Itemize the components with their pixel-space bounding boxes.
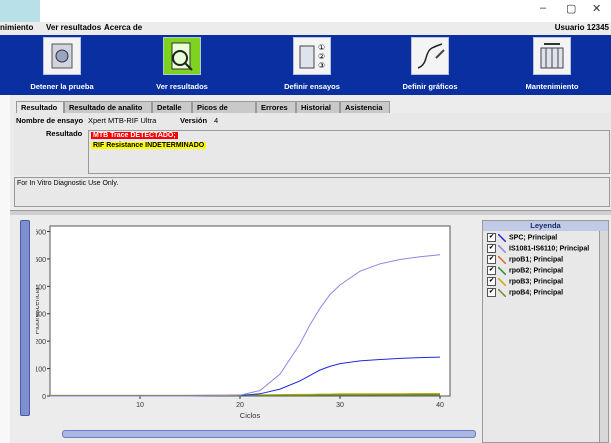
assay-name-label: Nombre de ensayo	[16, 116, 84, 125]
x-axis-label: Ciclos	[240, 411, 261, 420]
version-label: Versión	[180, 116, 208, 125]
define-graphs-button[interactable]: Definir gráficos	[370, 35, 490, 95]
maintenance-button[interactable]: Mantenimiento	[492, 35, 611, 95]
x-zoom-slider[interactable]	[62, 430, 476, 438]
panel-divider[interactable]	[10, 210, 611, 215]
view-results-icon	[163, 37, 201, 75]
svg-text:②: ②	[318, 52, 325, 61]
tab-asistencia[interactable]: Asistencia	[340, 101, 390, 113]
legend-swatch	[498, 244, 506, 253]
define-assays-icon: ①②③	[293, 37, 331, 75]
assay-name-value: Xpert MTB-RIF Ultra	[88, 116, 157, 125]
svg-text:③: ③	[318, 61, 325, 70]
legend-label: rpoB1; Principal	[509, 256, 564, 264]
fluorescence-chart: 0 100 200 300 400 500 600 10 20 30 40 Ciclos Fluores…	[32, 222, 460, 422]
legend-panel: Leyenda ✔ SPC; Principal ✔ IS1081-IS6110; P…	[482, 220, 609, 443]
legend-label: rpoB3; Principal	[509, 278, 564, 286]
title-bar: – ▢ ✕	[0, 0, 611, 30]
legend-label: SPC; Principal	[509, 234, 558, 242]
legend-checkbox[interactable]: ✔	[487, 244, 496, 253]
toolbar: Detener la prueba Ver resultados ①②③ Def…	[0, 35, 611, 95]
legend-checkbox[interactable]: ✔	[487, 277, 496, 286]
x-tick-label: 20	[236, 402, 244, 409]
legend-item[interactable]: ✔ rpoB4; Principal	[487, 288, 563, 298]
plot-area	[49, 225, 451, 397]
legend-swatch	[498, 288, 506, 297]
close-icon[interactable]: ✕	[592, 2, 601, 15]
tab-resultado[interactable]: Resultado	[16, 101, 64, 113]
legend-item[interactable]: ✔ rpoB3; Principal	[487, 277, 563, 287]
x-tick-label: 30	[336, 402, 344, 409]
y-axis-label: Fluorescencia	[36, 287, 41, 335]
result-line-mtb: MTB Trace DETECTADO;	[91, 132, 178, 139]
graph-icon	[411, 37, 449, 75]
legend-checkbox[interactable]: ✔	[487, 233, 496, 242]
y-tick-label: 0	[42, 394, 46, 401]
menu-about[interactable]: Acerca de	[104, 23, 142, 32]
menu-bar: nimiento Ver resultados Acerca de Usuari…	[0, 22, 611, 34]
legend-title: Leyenda	[483, 221, 608, 231]
left-splitter[interactable]	[0, 95, 10, 443]
maximize-icon[interactable]: ▢	[566, 2, 576, 15]
notice-text: For In Vitro Diagnostic Use Only.	[17, 180, 119, 187]
legend-label: rpoB2; Principal	[509, 267, 564, 275]
legend-swatch	[498, 266, 506, 275]
y-tick-label: 200	[36, 339, 46, 346]
y-tick-label: 600	[36, 229, 46, 236]
result-label: Resultado	[46, 129, 83, 138]
y-zoom-slider[interactable]	[20, 220, 30, 416]
tab-detalle[interactable]: Detalle	[152, 101, 192, 113]
legend-swatch	[498, 255, 506, 264]
version-value: 4	[214, 116, 219, 125]
legend-swatch	[498, 233, 506, 242]
legend-scrollbar[interactable]	[599, 231, 608, 442]
notice-box: For In Vitro Diagnostic Use Only.	[14, 177, 610, 207]
tab-historial[interactable]: Historial	[296, 101, 340, 113]
legend-checkbox[interactable]: ✔	[487, 266, 496, 275]
legend-item[interactable]: ✔ rpoB1; Principal	[487, 255, 563, 265]
tab-resultado-analito[interactable]: Resultado de analito	[64, 101, 152, 113]
menu-view-results[interactable]: Ver resultados	[46, 23, 101, 32]
chart-svg: 010020030040050060010 20 30 40CiclosFluores…	[32, 225, 451, 420]
stop-test-button[interactable]: Detener la prueba	[2, 35, 122, 95]
legend-item[interactable]: ✔ SPC; Principal	[487, 233, 557, 243]
view-results-button[interactable]: Ver resultados	[122, 35, 242, 95]
legend-checkbox[interactable]: ✔	[487, 288, 496, 297]
tab-errores[interactable]: Errores	[256, 101, 296, 113]
legend-label: rpoB4; Principal	[509, 289, 564, 297]
define-assays-button[interactable]: ①②③ Definir ensayos	[252, 35, 372, 95]
tab-picos-fusion[interactable]: Picos de fusión	[192, 101, 256, 124]
legend-item[interactable]: ✔ rpoB2; Principal	[487, 266, 563, 276]
svg-text:①: ①	[318, 43, 325, 52]
legend-label: IS1081-IS6110; Principal	[509, 245, 590, 253]
maintenance-icon	[533, 37, 571, 75]
result-line-rif: RIF Resistance INDETERMINADO	[91, 142, 207, 149]
legend-swatch	[498, 277, 506, 286]
y-tick-label: 500	[36, 257, 46, 264]
minimize-icon[interactable]: –	[540, 2, 546, 14]
user-label: Usuario 12345	[554, 23, 609, 32]
x-tick-label: 10	[136, 402, 144, 409]
legend-item[interactable]: ✔ IS1081-IS6110; Principal	[487, 244, 589, 254]
y-tick-label: 100	[36, 367, 46, 374]
module-icon	[43, 37, 81, 75]
menu-maintenance[interactable]: nimiento	[0, 23, 33, 32]
result-box: MTB Trace DETECTADO; RIF Resistance INDE…	[88, 130, 610, 174]
legend-checkbox[interactable]: ✔	[487, 255, 496, 264]
x-tick-label: 40	[436, 402, 444, 409]
